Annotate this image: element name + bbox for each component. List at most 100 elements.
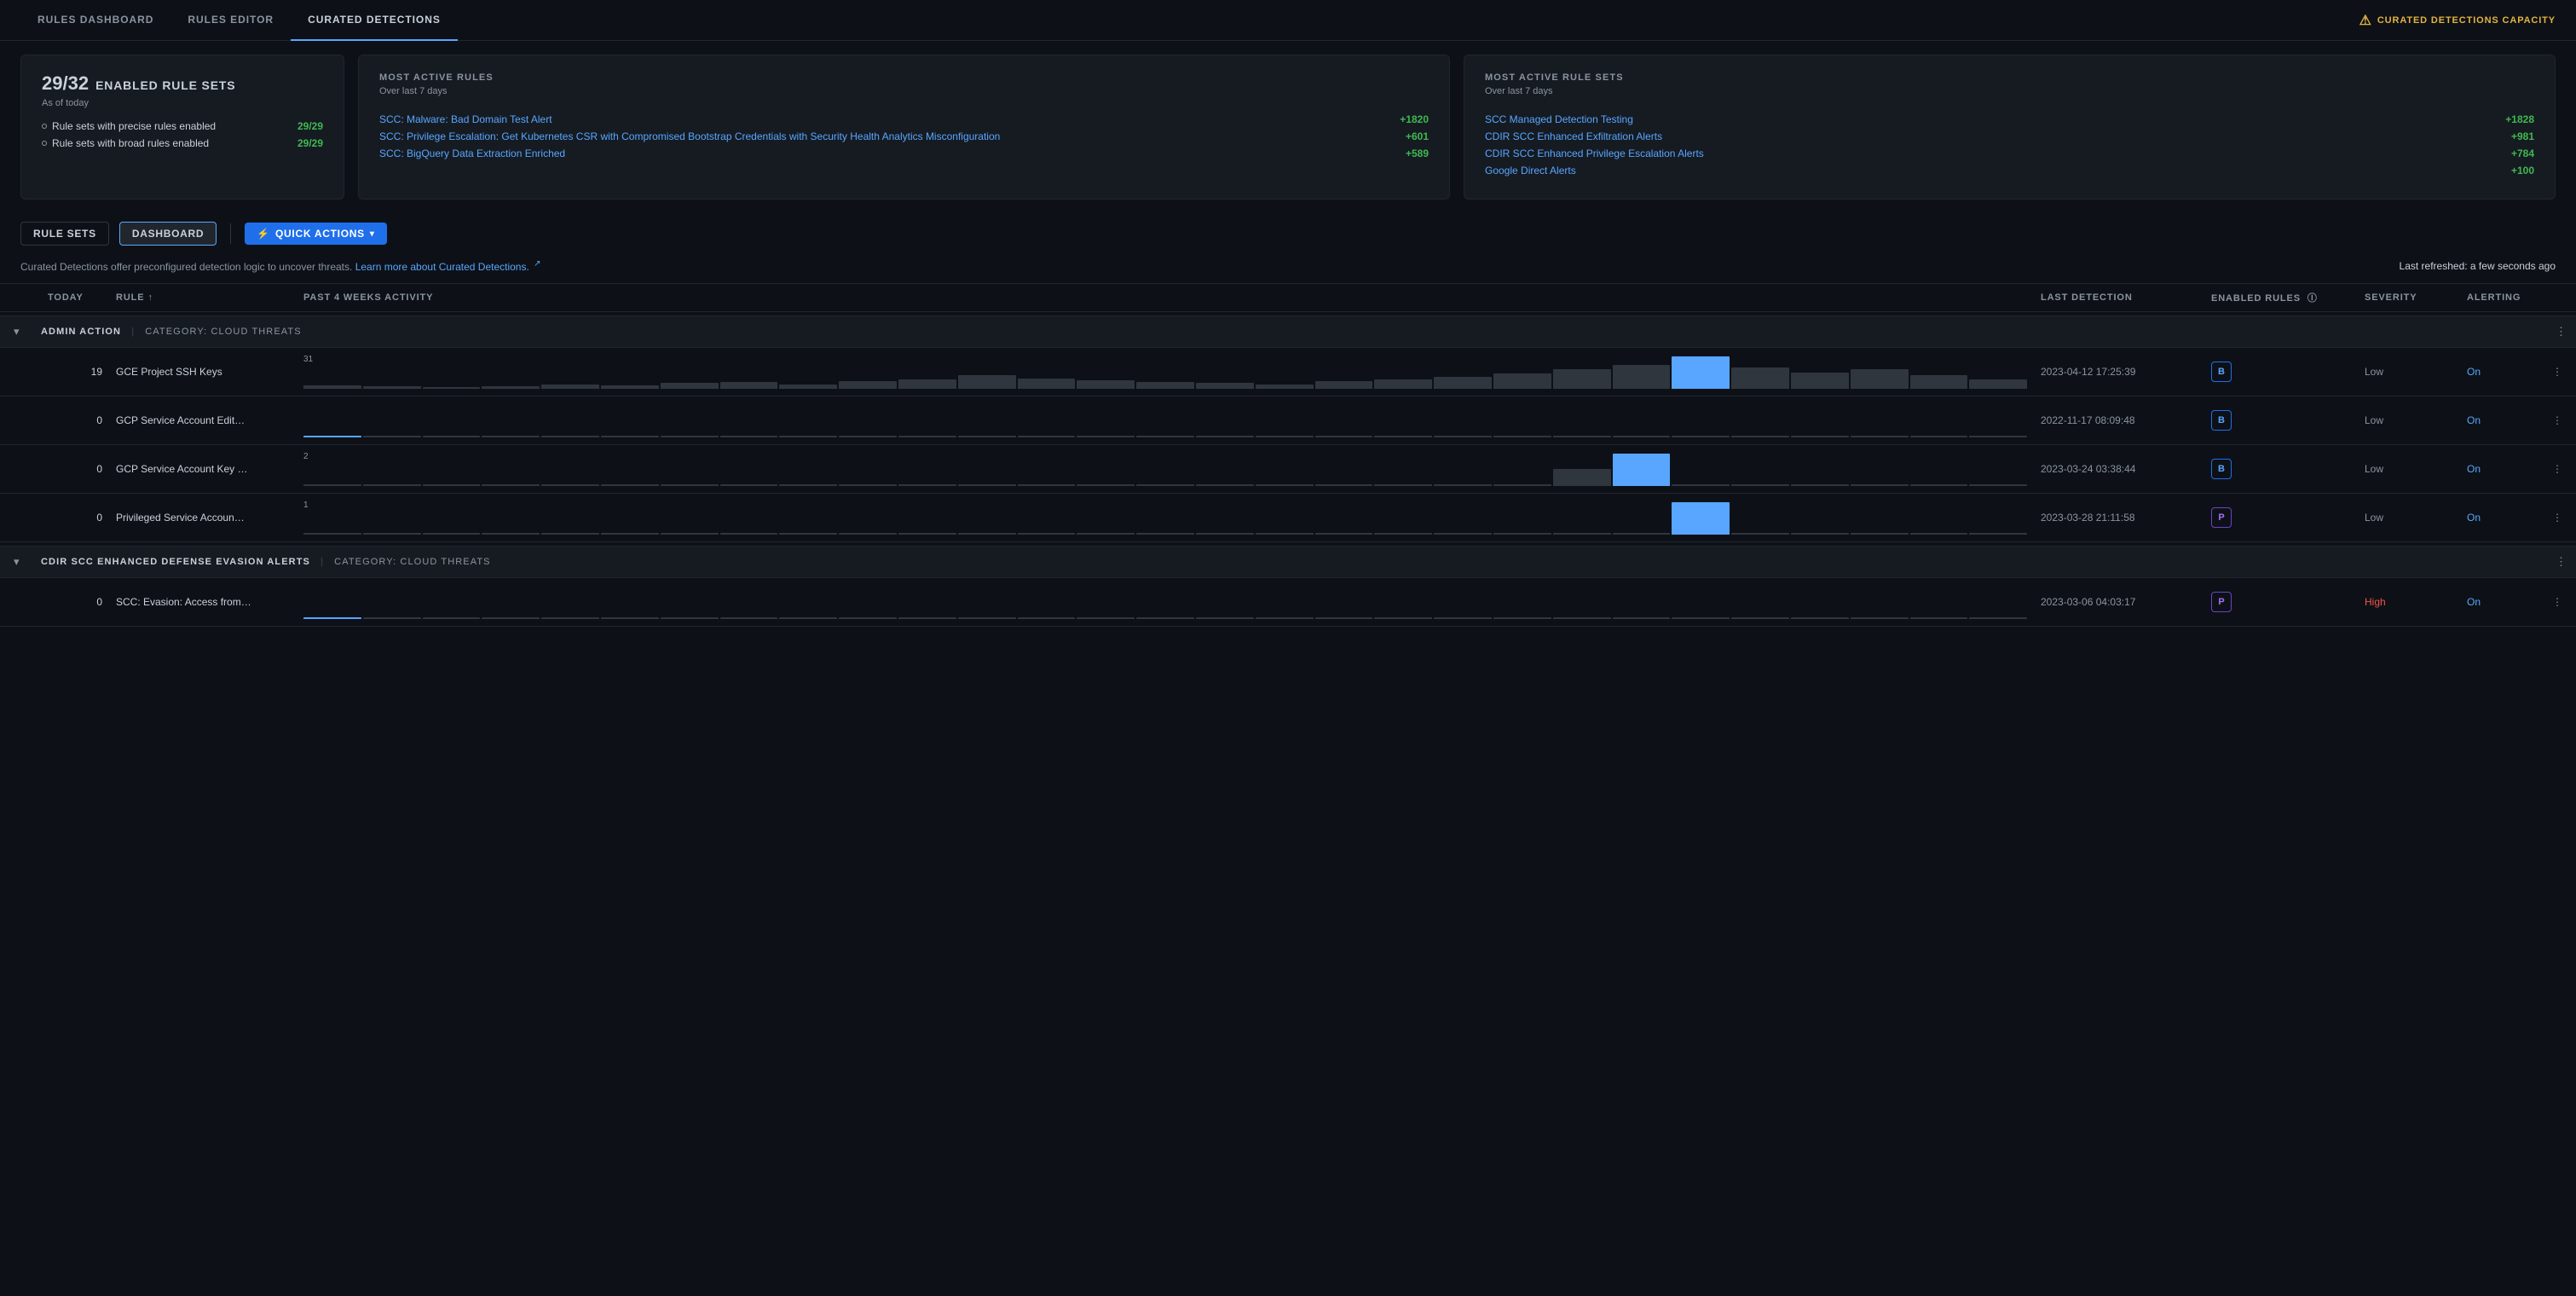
rule-set-item: SCC Managed Detection Testing +1828	[1485, 113, 2534, 125]
tab-rules-editor[interactable]: Rules Editor	[170, 0, 291, 41]
nav-alert[interactable]: ⚠ Curated Detections Capacity	[2359, 12, 2556, 29]
most-active-rule-sets-list: SCC Managed Detection Testing +1828 CDIR…	[1485, 108, 2534, 182]
td-alerting: On	[2460, 366, 2545, 378]
chart-peak-label: 2	[303, 452, 309, 461]
dashboard-button[interactable]: Dashboard	[119, 222, 217, 246]
th-enabled-rules: Enabled Rules ⓘ	[2204, 291, 2358, 304]
card-most-active-rule-sets: Most Active Rule Sets Over last 7 days S…	[1464, 55, 2556, 200]
category-menu-cdir-defense[interactable]: ⋮	[2545, 555, 2576, 569]
td-last-detection: 2023-03-06 04:03:17	[2034, 596, 2204, 608]
bullet-icon	[42, 141, 47, 146]
enabled-rule-sets-subtitle: As of today	[42, 98, 323, 108]
td-chart: 31	[297, 355, 2034, 389]
td-severity: High	[2358, 596, 2460, 608]
td-chart	[297, 403, 2034, 437]
rule-item: SCC: Malware: Bad Domain Test Alert +182…	[379, 113, 1429, 125]
rule-set-item: CDIR SCC Enhanced Privilege Escalation A…	[1485, 148, 2534, 159]
rule-set-link[interactable]: Google Direct Alerts	[1485, 165, 2501, 176]
td-alerting: On	[2460, 512, 2545, 524]
rule-set-item: CDIR SCC Enhanced Exfiltration Alerts +9…	[1485, 130, 2534, 142]
td-alerting: On	[2460, 463, 2545, 475]
td-last-detection: 2023-04-12 17:25:39	[2034, 366, 2204, 378]
td-severity: Low	[2358, 512, 2460, 524]
info-bar: Curated Detections offer preconfigured d…	[0, 254, 2576, 283]
td-badge: B	[2204, 362, 2358, 382]
tab-rules-dashboard[interactable]: Rules Dashboard	[20, 0, 170, 41]
table-row: 19 GCE Project SSH Keys 31 2023-04-12 17…	[0, 348, 2576, 396]
toolbar: Rule Sets Dashboard ⚡ Quick Actions ▾	[0, 213, 2576, 254]
rule-set-link[interactable]: SCC Managed Detection Testing	[1485, 113, 2495, 125]
rule-item: SCC: Privilege Escalation: Get Kubernete…	[379, 130, 1429, 142]
most-active-rule-sets-title: Most Active Rule Sets	[1485, 72, 2534, 83]
mini-chart	[303, 585, 2027, 619]
external-link-icon: ↗	[534, 259, 540, 269]
refresh-status: Last refreshed: a few seconds ago	[2400, 260, 2556, 272]
chart-peak-label: 31	[303, 355, 313, 364]
td-row-menu[interactable]: ⋮	[2545, 596, 2576, 608]
stat-broad-rules: Rule sets with broad rules enabled 29/29	[42, 137, 323, 149]
rule-sets-button[interactable]: Rule Sets	[20, 222, 109, 246]
expand-admin-action[interactable]: ▾	[0, 325, 41, 338]
rule-set-link[interactable]: CDIR SCC Enhanced Privilege Escalation A…	[1485, 148, 2501, 159]
quick-actions-button[interactable]: ⚡ Quick Actions ▾	[245, 223, 386, 245]
rule-set-count: +981	[2511, 130, 2534, 142]
cards-row: 29/32 Enabled Rule Sets As of today Rule…	[0, 41, 2576, 213]
category-row-admin-action: ▾ Admin Action | Category: Cloud Threats…	[0, 315, 2576, 348]
category-menu-admin-action[interactable]: ⋮	[2545, 325, 2576, 338]
rules-table: Today Rule ↑ Past 4 Weeks Activity Last …	[0, 283, 2576, 627]
rule-link[interactable]: SCC: Malware: Bad Domain Test Alert	[379, 113, 1389, 125]
toolbar-divider	[230, 223, 231, 244]
table-row: 0 SCC: Evasion: Access from… 2023-03-06 …	[0, 578, 2576, 627]
td-badge: P	[2204, 592, 2358, 612]
th-past-4-weeks: Past 4 Weeks Activity	[297, 292, 2034, 303]
expand-cdir-defense[interactable]: ▾	[0, 555, 41, 569]
td-row-menu[interactable]: ⋮	[2545, 463, 2576, 475]
badge-b: B	[2211, 459, 2232, 479]
card-most-active-rules: Most Active Rules Over last 7 days SCC: …	[358, 55, 1450, 200]
info-bar-description: Curated Detections offer preconfigured d…	[20, 259, 541, 273]
most-active-rule-sets-subtitle: Over last 7 days	[1485, 86, 2534, 96]
top-nav: Rules Dashboard Rules Editor Curated Det…	[0, 0, 2576, 41]
td-severity: Low	[2358, 366, 2460, 378]
td-rule: GCP Service Account Key …	[109, 463, 297, 475]
learn-more-link[interactable]: Learn more about Curated Detections. ↗	[355, 261, 541, 273]
mini-chart	[303, 403, 2027, 437]
td-today: 19	[41, 366, 109, 378]
most-active-rules-title: Most Active Rules	[379, 72, 1429, 83]
rule-link[interactable]: SCC: BigQuery Data Extraction Enriched	[379, 148, 1395, 159]
mini-chart: 2	[303, 452, 2027, 486]
most-active-rules-list: SCC: Malware: Bad Domain Test Alert +182…	[379, 108, 1429, 165]
enabled-rule-sets-title: Enabled Rule Sets	[95, 78, 235, 92]
th-severity: Severity	[2358, 292, 2460, 303]
rule-set-count: +100	[2511, 165, 2534, 176]
lightning-icon: ⚡	[257, 228, 270, 240]
mini-chart: 31	[303, 355, 2027, 389]
td-badge: P	[2204, 507, 2358, 528]
td-rule: SCC: Evasion: Access from…	[109, 596, 297, 608]
td-last-detection: 2023-03-28 21:11:58	[2034, 512, 2204, 524]
td-today: 0	[41, 596, 109, 608]
td-row-menu[interactable]: ⋮	[2545, 512, 2576, 524]
th-rule[interactable]: Rule ↑	[109, 292, 297, 303]
badge-b: B	[2211, 362, 2232, 382]
most-active-rules-subtitle: Over last 7 days	[379, 86, 1429, 96]
chart-peak-label: 1	[303, 500, 309, 510]
td-row-menu[interactable]: ⋮	[2545, 414, 2576, 426]
chevron-down-icon: ▾	[370, 229, 375, 239]
badge-p: P	[2211, 507, 2232, 528]
sort-asc-icon: ↑	[147, 292, 153, 303]
rule-set-link[interactable]: CDIR SCC Enhanced Exfiltration Alerts	[1485, 130, 2501, 142]
td-row-menu[interactable]: ⋮	[2545, 366, 2576, 378]
td-rule: GCE Project SSH Keys	[109, 366, 297, 378]
td-chart	[297, 585, 2034, 619]
tab-curated-detections[interactable]: Curated Detections	[291, 0, 458, 41]
td-severity: Low	[2358, 463, 2460, 475]
rule-link[interactable]: SCC: Privilege Escalation: Get Kubernete…	[379, 130, 1395, 142]
td-badge: B	[2204, 410, 2358, 431]
badge-b: B	[2211, 410, 2232, 431]
rule-count: +601	[1406, 130, 1429, 142]
info-icon[interactable]: ⓘ	[2307, 293, 2318, 304]
td-severity: Low	[2358, 414, 2460, 426]
td-badge: B	[2204, 459, 2358, 479]
card-enabled-rule-sets: 29/32 Enabled Rule Sets As of today Rule…	[20, 55, 344, 200]
